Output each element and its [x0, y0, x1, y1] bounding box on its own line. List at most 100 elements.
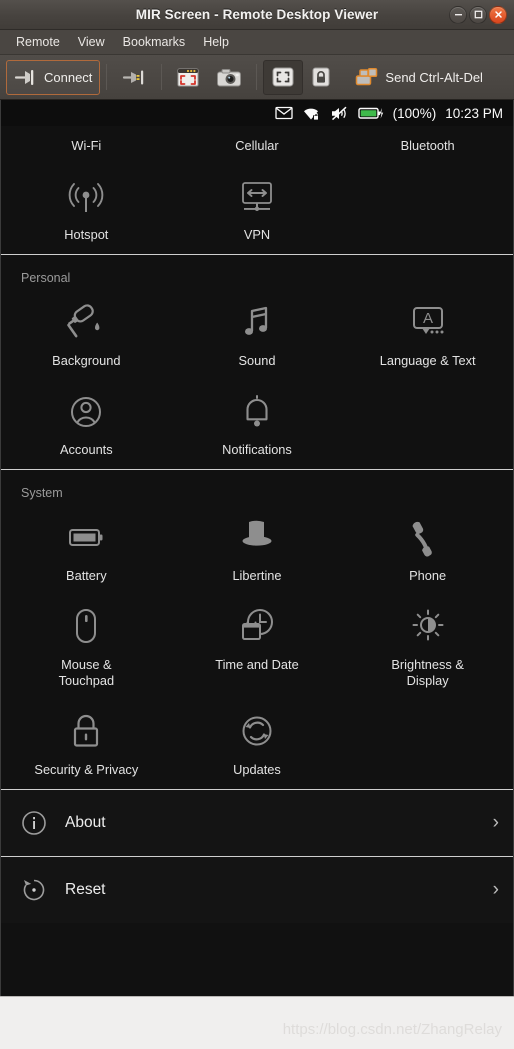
settings-item-label: Background: [52, 353, 121, 369]
personal-section: Personal Background Sound A Language & T…: [1, 254, 513, 470]
close-button[interactable]: [489, 5, 507, 24]
settings-item-mouse-touchpad[interactable]: Mouse & Touchpad: [1, 595, 172, 699]
info-circle-icon: [21, 810, 53, 836]
fullscreen-icon: [176, 67, 200, 88]
lock-icon: [311, 66, 331, 88]
connect-plug-icon: [14, 67, 40, 87]
settings-item-background[interactable]: Background: [1, 291, 172, 380]
settings-item-sound[interactable]: Sound: [172, 291, 343, 380]
system-grid: Battery Libertine Phone Mouse & Touchpad…: [1, 506, 513, 788]
language-bubble-icon: A: [406, 301, 450, 345]
hotspot-icon: [64, 175, 108, 219]
readonly-button[interactable]: [303, 60, 339, 95]
screenshot-button[interactable]: [208, 60, 250, 95]
settings-item-label: Security & Privacy: [34, 761, 139, 777]
clock-time: 10:23 PM: [445, 105, 503, 121]
personal-grid: Background Sound A Language & Text Accou…: [1, 291, 513, 469]
svg-text:A: A: [423, 310, 433, 327]
window-title: MIR Screen - Remote Desktop Viewer: [135, 7, 379, 22]
settings-item-phone[interactable]: Phone: [342, 506, 513, 595]
mouse-icon: [64, 605, 108, 649]
settings-item-security-privacy[interactable]: Security & Privacy: [1, 700, 172, 789]
toolbar-separator-1: [106, 64, 108, 90]
send-ctrl-alt-del-button[interactable]: Send Ctrl-Alt-Del: [347, 60, 491, 95]
envelope-icon[interactable]: [275, 106, 293, 120]
refresh-circle-icon: [235, 710, 279, 754]
settings-item-label: Accounts: [60, 442, 113, 458]
settings-item-label: Brightness & Display: [391, 657, 464, 688]
padlock-icon: [64, 710, 108, 754]
settings-item-time-and-date[interactable]: Time and Date: [172, 595, 343, 699]
chevron-right-icon: ›: [492, 812, 499, 834]
camera-icon: [216, 67, 242, 88]
toolbar: Connect Send Ctrl-Alt-Del: [0, 55, 514, 100]
send-ctrl-alt-del-label: Send Ctrl-Alt-Del: [385, 69, 483, 85]
chevron-right-icon: ›: [492, 879, 499, 901]
title-bar: MIR Screen - Remote Desktop Viewer: [0, 0, 514, 30]
minimize-button[interactable]: [449, 5, 467, 24]
settings-grid-filler: [342, 700, 513, 789]
menu-remote[interactable]: Remote: [8, 32, 68, 52]
brightness-icon: [406, 605, 450, 649]
settings-item-language-text[interactable]: A Language & Text: [342, 291, 513, 380]
reset-circle-icon: [21, 877, 53, 903]
settings-item-brightness-display[interactable]: Brightness & Display: [342, 595, 513, 699]
toolbar-separator-2: [161, 64, 163, 90]
settings-item-updates[interactable]: Updates: [172, 700, 343, 789]
battery-charging-icon[interactable]: [357, 106, 384, 120]
list-item-about[interactable]: About ›: [1, 788, 513, 856]
settings-grid-filler: [342, 165, 513, 254]
settings-item-label: Updates: [233, 761, 281, 777]
volume-muted-icon[interactable]: [330, 106, 349, 121]
toolbar-separator-3: [256, 64, 258, 90]
clock-calendar-icon: [235, 605, 279, 649]
menu-view[interactable]: View: [70, 32, 113, 52]
connect-button-label: Connect: [44, 69, 93, 85]
settings-item-label: Wi-Fi: [71, 138, 102, 153]
window-controls: [449, 0, 507, 29]
network-grid: Wi-Fi Cellular Bluetooth Hotspot VPN: [1, 104, 513, 254]
battery-icon: [64, 516, 108, 560]
battery-percentage: (100%): [392, 105, 437, 121]
settings-item-libertine[interactable]: Libertine: [172, 506, 343, 595]
remote-screen: (100%) 10:23 PM Wi-Fi Cellular Bluetooth: [0, 100, 514, 996]
settings-item-vpn[interactable]: VPN: [172, 165, 343, 254]
top-hat-icon: [235, 516, 279, 560]
status-bar: (100%) 10:23 PM: [1, 100, 513, 126]
maximize-button[interactable]: [469, 5, 487, 24]
phone-handset-icon: [406, 516, 450, 560]
settings-item-accounts[interactable]: Accounts: [1, 380, 172, 469]
settings-item-notifications[interactable]: Notifications: [172, 380, 343, 469]
settings-item-battery[interactable]: Battery: [1, 506, 172, 595]
wifi-locked-icon[interactable]: [302, 106, 321, 121]
settings-item-label: Language & Text: [379, 353, 476, 369]
scaling-icon: [271, 66, 295, 88]
settings-item-label: Phone: [409, 568, 447, 584]
music-note-icon: [235, 301, 279, 345]
settings-item-label: VPN: [243, 227, 271, 243]
settings-item-label: Battery: [66, 568, 107, 584]
menu-bar: Remote View Bookmarks Help: [0, 30, 514, 55]
settings-item-label: Sound: [238, 353, 276, 369]
user-circle-icon: [64, 390, 108, 434]
paint-roller-icon: [64, 301, 108, 345]
system-section-title: System: [21, 486, 63, 501]
menu-help[interactable]: Help: [195, 32, 237, 52]
disconnect-plug-icon: [121, 67, 147, 87]
settings-item-label: Bluetooth: [400, 138, 455, 153]
fullscreen-button[interactable]: [168, 60, 208, 95]
settings-item-hotspot[interactable]: Hotspot: [1, 165, 172, 254]
menu-bookmarks[interactable]: Bookmarks: [115, 32, 194, 52]
bell-icon: [235, 390, 279, 434]
vpn-icon: [235, 175, 279, 219]
list-item-label: About: [65, 813, 106, 831]
settings-item-label: Time and Date: [215, 657, 299, 673]
disconnect-button[interactable]: [113, 60, 155, 95]
list-item-reset[interactable]: Reset ›: [1, 855, 513, 923]
scaling-button[interactable]: [263, 59, 304, 95]
personal-section-title: Personal: [21, 271, 71, 286]
settings-item-label: Notifications: [222, 442, 292, 458]
application-window: MIR Screen - Remote Desktop Viewer Remot…: [0, 0, 514, 1049]
watermark-text: https://blog.csdn.net/ZhangRelay: [282, 1021, 502, 1038]
connect-button[interactable]: Connect: [6, 59, 101, 95]
